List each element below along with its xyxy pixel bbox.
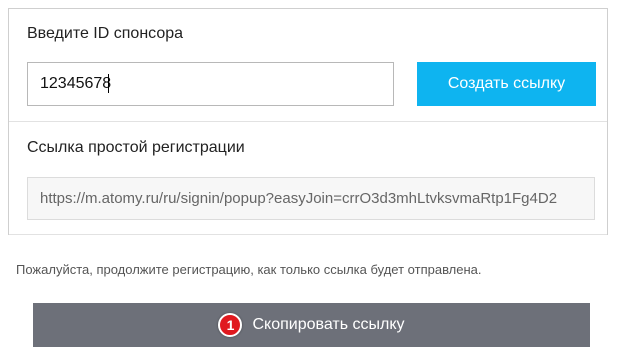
section-divider (9, 121, 607, 122)
copy-link-button[interactable]: 1 Скопировать ссылку (33, 303, 590, 347)
notice-text: Пожалуйста, продолжите регистрацию, как … (16, 262, 482, 277)
sponsor-id-label: Введите ID спонсора (27, 25, 184, 42)
registration-link-label: Ссылка простой регистрации (27, 139, 245, 156)
sponsor-id-input[interactable] (27, 62, 394, 106)
step-badge: 1 (218, 313, 243, 337)
bottom-divider (9, 234, 607, 235)
create-link-button[interactable]: Создать ссылку (417, 62, 596, 106)
text-caret (108, 74, 109, 93)
copy-link-label: Скопировать ссылку (252, 316, 405, 333)
registration-link-field[interactable] (27, 177, 595, 220)
